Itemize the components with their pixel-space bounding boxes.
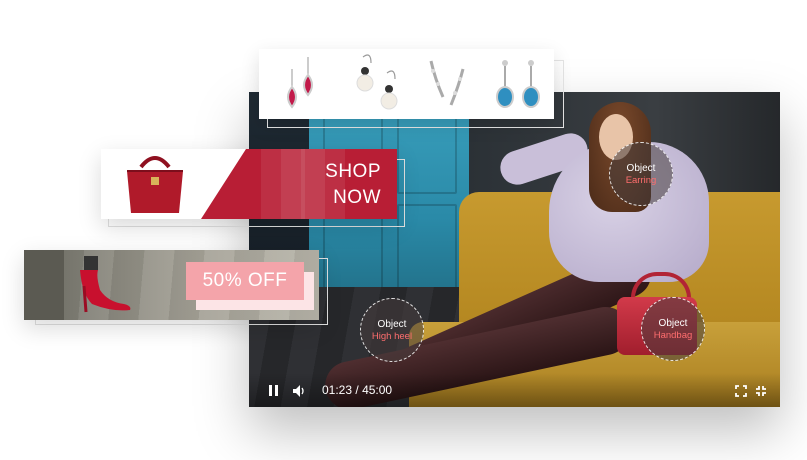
volume-icon[interactable] — [293, 384, 307, 397]
ruby-earrings-icon — [274, 49, 334, 119]
timecode: 01:23 / 45:00 — [322, 383, 392, 397]
hotspot-label: Object — [626, 162, 656, 174]
handbag-icon — [115, 149, 195, 219]
hotspot-category: High heel — [371, 330, 413, 342]
hotspot-high-heel[interactable]: Object High heel — [360, 298, 424, 362]
pause-icon[interactable] — [269, 385, 279, 396]
pearl-earrings-icon — [349, 49, 409, 119]
blue-crystal-earrings-icon — [487, 49, 547, 119]
time-current: 01:23 — [322, 383, 353, 397]
hotspot-handbag[interactable]: Object Handbag — [641, 297, 705, 361]
shop-now-text: SHOP NOW — [325, 159, 381, 211]
video-frame — [249, 92, 780, 407]
earrings-ad[interactable] — [259, 49, 554, 119]
crystal-vine-earrings-icon — [419, 49, 479, 119]
hotspot-category: Handbag — [653, 329, 693, 341]
hotspot-label: Object — [658, 317, 688, 329]
discount-banner[interactable]: 50% OFF — [24, 250, 319, 320]
shop-now-line-1: SHOP — [325, 161, 381, 182]
shop-now-banner[interactable]: SHOP NOW — [101, 149, 397, 219]
fullscreen-icon[interactable] — [735, 384, 747, 397]
discount-text: 50% OFF — [202, 270, 288, 291]
hotspot-category: Earring — [625, 174, 657, 186]
shop-now-line-2: NOW — [333, 187, 381, 208]
hotspot-label: Object — [377, 318, 407, 330]
hotspot-earring[interactable]: Object Earring — [609, 142, 673, 206]
discount-badge: 50% OFF — [186, 262, 304, 300]
time-separator: / — [355, 383, 359, 397]
exit-fullscreen-icon[interactable] — [755, 384, 767, 396]
video-player[interactable]: Object Earring Object High heel Object H… — [249, 92, 780, 407]
high-heel-icon — [72, 256, 142, 320]
player-controls: 01:23 / 45:00 — [249, 373, 780, 407]
time-total: 45:00 — [362, 383, 393, 397]
